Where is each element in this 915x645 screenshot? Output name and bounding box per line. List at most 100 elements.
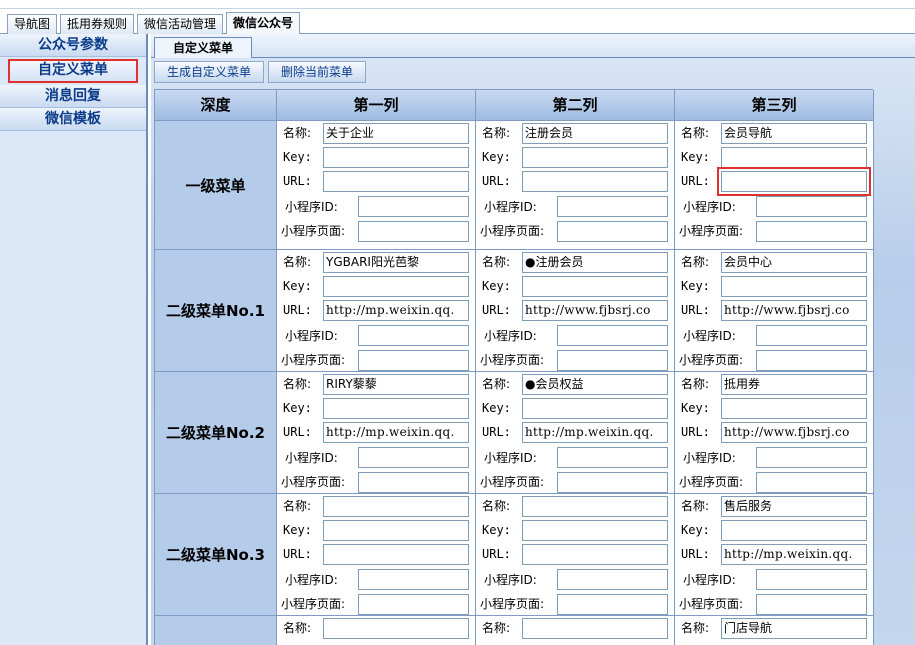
url-input[interactable]: http://mp.weixin.qq. — [721, 544, 867, 565]
name-label: 名称: — [283, 377, 312, 391]
key-input[interactable] — [522, 147, 668, 168]
url-input[interactable]: http://www.fjbsrj.co — [721, 422, 867, 443]
mini-id-input[interactable] — [358, 569, 469, 590]
mini-page-input[interactable] — [358, 221, 469, 242]
name-input[interactable]: YGBARI阳光芭黎 — [323, 252, 469, 273]
key-input[interactable] — [721, 147, 867, 168]
mini-page-input[interactable] — [358, 350, 469, 371]
mini-page-label: 小程序页面: — [480, 597, 545, 611]
mini-id-label: 小程序ID: — [683, 573, 736, 587]
name-input[interactable] — [323, 496, 469, 517]
sidebar: 公众号参数 自定义菜单 消息回复 微信模板 — [0, 34, 148, 645]
top-tab-wechat-activity[interactable]: 微信活动管理 — [137, 14, 224, 34]
name-input[interactable]: RIRY藜藜 — [323, 374, 469, 395]
name-input[interactable]: ●注册会员 — [522, 252, 668, 273]
url-input[interactable]: http://www.fjbsrj.co — [721, 300, 867, 321]
name-input[interactable]: 注册会员 — [522, 123, 668, 144]
name-label: 名称: — [482, 255, 511, 269]
name-label: 名称: — [283, 255, 312, 269]
name-input[interactable] — [323, 618, 469, 639]
name-input[interactable]: ●会员权益 — [522, 374, 668, 395]
depth-cell: 二级菜单No.3 — [155, 494, 277, 616]
generate-menu-button[interactable]: 生成自定义菜单 — [154, 61, 265, 83]
menu-cell: 名称: 售后服务 Key: URL: http://mp.weixin.qq. 小程序ID… — [675, 494, 874, 616]
sidebar-item-message-reply[interactable]: 消息回复 — [0, 85, 146, 108]
url-input[interactable]: http://mp.weixin.qq. — [522, 422, 668, 443]
header-col2: 第二列 — [476, 90, 675, 121]
name-input[interactable]: 会员导航 — [721, 123, 867, 144]
mini-id-label: 小程序ID: — [484, 329, 537, 343]
key-label: Key: — [681, 523, 710, 537]
top-tab-coupon-rules[interactable]: 抵用券规则 — [60, 14, 135, 34]
mini-id-label: 小程序ID: — [484, 451, 537, 465]
mini-id-label: 小程序ID: — [285, 573, 338, 587]
mini-id-input[interactable] — [756, 447, 867, 468]
mini-id-input[interactable] — [756, 569, 867, 590]
mini-id-input[interactable] — [756, 196, 867, 217]
delete-menu-button[interactable]: 删除当前菜单 — [268, 61, 367, 83]
mini-page-label: 小程序页面: — [281, 224, 346, 238]
tab-custom-menu[interactable]: 自定义菜单 — [154, 37, 253, 58]
url-label: URL: — [482, 425, 511, 439]
url-input[interactable]: http://mp.weixin.qq. — [323, 300, 469, 321]
mini-id-input[interactable] — [557, 447, 668, 468]
sidebar-item-wechat-template[interactable]: 微信模板 — [0, 108, 146, 131]
name-input[interactable]: 会员中心 — [721, 252, 867, 273]
mini-page-input[interactable] — [756, 221, 867, 242]
url-label: URL: — [681, 303, 710, 317]
name-input[interactable]: 门店导航 — [721, 618, 867, 639]
mini-page-label: 小程序页面: — [679, 224, 744, 238]
url-input[interactable] — [717, 167, 871, 196]
url-input[interactable]: http://mp.weixin.qq. — [323, 422, 469, 443]
key-label: Key: — [283, 401, 312, 415]
mini-page-input[interactable] — [358, 594, 469, 615]
url-input[interactable] — [522, 544, 668, 565]
top-tab-wechat-official-account[interactable]: 微信公众号 — [226, 12, 301, 34]
mini-id-input[interactable] — [756, 325, 867, 346]
mini-page-input[interactable] — [557, 594, 668, 615]
sidebar-item-custom-menu[interactable]: 自定义菜单 — [8, 59, 138, 83]
key-input[interactable] — [323, 147, 469, 168]
key-input[interactable] — [522, 398, 668, 419]
mini-page-input[interactable] — [756, 594, 867, 615]
mini-page-input[interactable] — [557, 472, 668, 493]
url-input[interactable] — [323, 544, 469, 565]
key-input[interactable] — [323, 276, 469, 297]
mini-page-input[interactable] — [756, 472, 867, 493]
name-input[interactable]: 售后服务 — [721, 496, 867, 517]
name-input[interactable] — [522, 618, 668, 639]
mini-id-input[interactable] — [557, 325, 668, 346]
depth-cell: 二级菜单No.2 — [155, 372, 277, 494]
mini-id-input[interactable] — [358, 325, 469, 346]
mini-id-input[interactable] — [557, 196, 668, 217]
key-input[interactable] — [323, 520, 469, 541]
mini-page-input[interactable] — [756, 350, 867, 371]
top-tab-nav-map[interactable]: 导航图 — [7, 14, 58, 34]
menu-cell: 名称: — [476, 616, 675, 645]
mini-page-input[interactable] — [557, 221, 668, 242]
url-input[interactable] — [522, 171, 668, 192]
key-input[interactable] — [721, 398, 867, 419]
key-input[interactable] — [522, 276, 668, 297]
key-label: Key: — [681, 401, 710, 415]
url-input[interactable] — [323, 171, 469, 192]
key-label: Key: — [482, 523, 511, 537]
key-input[interactable] — [721, 276, 867, 297]
mini-page-label: 小程序页面: — [480, 224, 545, 238]
key-input[interactable] — [323, 398, 469, 419]
name-label: 名称: — [681, 126, 710, 140]
name-label: 名称: — [681, 377, 710, 391]
mini-page-input[interactable] — [358, 472, 469, 493]
mini-page-input[interactable] — [557, 350, 668, 371]
mini-page-label: 小程序页面: — [480, 353, 545, 367]
name-input[interactable] — [522, 496, 668, 517]
sidebar-item-account-params[interactable]: 公众号参数 — [0, 34, 146, 57]
key-input[interactable] — [522, 520, 668, 541]
key-input[interactable] — [721, 520, 867, 541]
mini-id-input[interactable] — [358, 196, 469, 217]
url-input[interactable]: http://www.fjbsrj.co — [522, 300, 668, 321]
name-input[interactable]: 抵用券 — [721, 374, 867, 395]
mini-id-input[interactable] — [358, 447, 469, 468]
name-input[interactable]: 关于企业 — [323, 123, 469, 144]
mini-id-input[interactable] — [557, 569, 668, 590]
